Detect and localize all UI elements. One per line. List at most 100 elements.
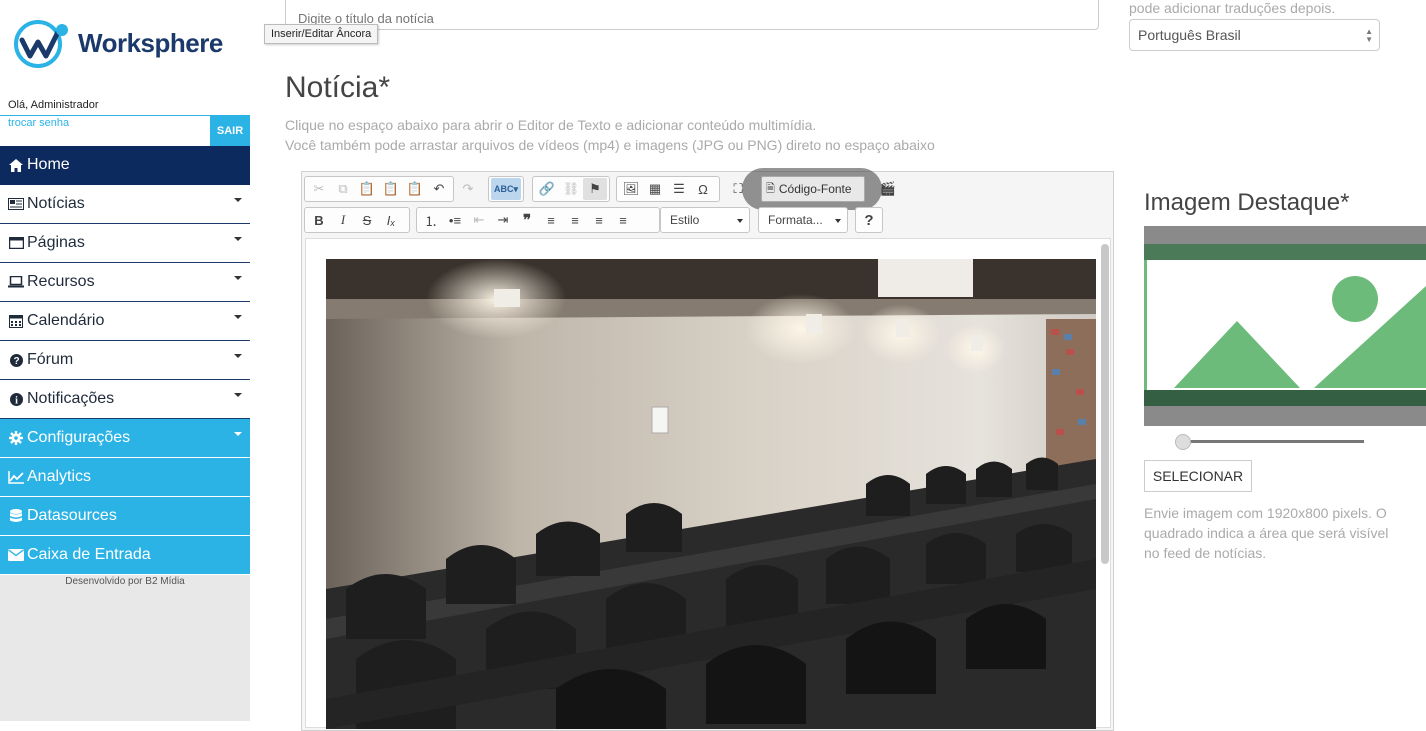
copy-icon[interactable]: ⧉ — [331, 178, 355, 200]
undo-icon[interactable]: ↶ — [427, 178, 451, 200]
language-select-value: Português Brasil — [1138, 27, 1241, 43]
paragraph-group: ⒈ •≡ ⇤ ⇥ ❞ ≡ ≡ ≡ ≡ — [416, 207, 660, 233]
sidebar-item-label: Fórum — [27, 351, 74, 368]
info-icon: i — [8, 391, 24, 407]
envelope-icon — [8, 547, 24, 563]
spellcheck-icon[interactable]: ABC▾ — [491, 178, 521, 200]
select-image-button[interactable]: SELECIONAR — [1144, 460, 1252, 492]
editor-scrollbar[interactable] — [1101, 244, 1109, 564]
chevron-down-icon — [234, 354, 242, 358]
logout-button[interactable]: SAIR — [210, 115, 250, 146]
chevron-down-icon — [737, 219, 743, 223]
svg-text:i: i — [15, 395, 18, 406]
change-password-link[interactable]: trocar senha — [8, 117, 69, 129]
editor-toolbar: ✂ ⧉ 📋 📋 📋 ↶ ↷ ABC▾ 🔗 ⛓ ⚑ 🖼 ▦ ☰ Ω ⛶ 🗎 Cód… — [302, 168, 1113, 238]
rich-text-editor: ✂ ⧉ 📋 📋 📋 ↶ ↷ ABC▾ 🔗 ⛓ ⚑ 🖼 ▦ ☰ Ω ⛶ 🗎 Cód… — [301, 168, 1114, 731]
help-button[interactable]: ? — [858, 209, 880, 231]
editor-content-area[interactable] — [305, 238, 1111, 729]
horizontal-line-icon[interactable]: ☰ — [667, 178, 691, 200]
align-center-icon[interactable]: ≡ — [563, 209, 587, 231]
sidebar-item-noticias[interactable]: Notícias — [0, 185, 250, 224]
sidebar-item-label: Home — [27, 156, 70, 173]
sidebar-nav: Home Notícias Páginas Recursos Calendári… — [0, 146, 250, 575]
language-hint: pode adicionar traduções depois. — [1129, 0, 1336, 16]
sidebar-item-calendario[interactable]: Calendário — [0, 302, 250, 341]
chevron-down-icon — [835, 219, 841, 223]
calendar-icon — [8, 313, 24, 329]
featured-image-preview[interactable] — [1144, 226, 1426, 426]
chevron-down-icon — [234, 393, 242, 397]
sidebar-item-label: Calendário — [27, 312, 105, 329]
sidebar-item-analytics[interactable]: Analytics — [0, 458, 250, 497]
sidebar-item-forum[interactable]: ? Fórum — [0, 341, 250, 380]
align-left-icon[interactable]: ≡ — [539, 209, 563, 231]
sidebar-item-label: Recursos — [27, 273, 95, 290]
news-title-input[interactable] — [285, 0, 1099, 30]
link-group: 🔗 ⛓ ⚑ — [532, 176, 610, 202]
editor-hint-line-1: Clique no espaço abaixo para abrir o Edi… — [285, 117, 817, 133]
source-code-label: Código-Fonte — [778, 182, 852, 196]
classroom-photo[interactable] — [326, 259, 1096, 729]
table-icon[interactable]: ▦ — [643, 178, 667, 200]
featured-image-title: Imagem Destaque* — [1144, 189, 1350, 216]
chevron-down-icon — [234, 315, 242, 319]
chevron-down-icon — [234, 432, 242, 436]
line-chart-icon — [8, 469, 24, 485]
sidebar-item-label: Páginas — [27, 234, 85, 251]
blockquote-icon[interactable]: ❞ — [515, 209, 539, 231]
newspaper-icon — [8, 196, 24, 212]
outdent-icon[interactable]: ⇤ — [467, 209, 491, 231]
paste-word-icon[interactable]: 📋 — [403, 178, 427, 200]
sidebar: Worksphere Olá, Administrador trocar sen… — [0, 0, 250, 721]
remove-format-icon[interactable]: Iₓ — [379, 209, 403, 231]
anchor-flag-icon[interactable]: ⚑ — [583, 178, 607, 200]
divider — [0, 115, 210, 116]
database-icon — [8, 508, 24, 524]
style-combo[interactable]: Estilo — [660, 207, 750, 233]
language-select[interactable]: Português Brasil ▲ ▼ — [1129, 19, 1380, 51]
laptop-icon — [8, 274, 24, 290]
indent-icon[interactable]: ⇥ — [491, 209, 515, 231]
cut-icon[interactable]: ✂ — [307, 178, 331, 200]
link-icon[interactable]: 🔗 — [535, 178, 559, 200]
sidebar-item-caixa-de-entrada[interactable]: Caixa de Entrada — [0, 536, 250, 575]
align-right-icon[interactable]: ≡ — [587, 209, 611, 231]
zoom-slider-track[interactable] — [1182, 440, 1364, 443]
numbered-list-icon[interactable]: ⒈ — [419, 209, 443, 231]
sidebar-item-home[interactable]: Home — [0, 146, 250, 185]
clipboard-group: ✂ ⧉ 📋 📋 📋 ↶ — [304, 176, 454, 202]
paste-icon[interactable]: 📋 — [355, 178, 379, 200]
video-icon[interactable]: 🎬 — [876, 178, 900, 200]
italic-icon[interactable]: I — [331, 209, 355, 231]
sidebar-item-label: Configurações — [27, 429, 131, 446]
sidebar-item-datasources[interactable]: Datasources — [0, 497, 250, 536]
special-char-icon[interactable]: Ω — [691, 178, 715, 200]
image-placeholder-icon — [1144, 226, 1426, 426]
unlink-icon[interactable]: ⛓ — [559, 178, 583, 200]
format-combo-label: Formata... — [768, 213, 823, 227]
question-icon: ? — [8, 352, 24, 368]
sidebar-item-recursos[interactable]: Recursos — [0, 263, 250, 302]
bold-icon[interactable]: B — [307, 209, 331, 231]
format-combo[interactable]: Formata... — [758, 207, 848, 233]
brand-logo[interactable]: Worksphere — [12, 18, 242, 68]
zoom-slider-handle[interactable] — [1175, 434, 1191, 450]
source-code-button[interactable]: 🗎 Código-Fonte — [760, 176, 866, 202]
insert-group: 🖼 ▦ ☰ Ω — [616, 176, 720, 202]
bulleted-list-icon[interactable]: •≡ — [443, 209, 467, 231]
sidebar-item-configuracoes[interactable]: Configurações — [0, 419, 250, 458]
chevron-down-icon — [234, 237, 242, 241]
strike-icon[interactable]: S — [355, 209, 379, 231]
chevron-down-icon — [234, 276, 242, 280]
justify-icon[interactable]: ≡ — [611, 209, 635, 231]
sidebar-item-paginas[interactable]: Páginas — [0, 224, 250, 263]
paste-text-icon[interactable]: 📋 — [379, 178, 403, 200]
sidebar-item-label: Notificações — [27, 390, 115, 407]
redo-icon[interactable]: ↷ — [456, 178, 480, 200]
image-icon[interactable]: 🖼 — [619, 178, 643, 200]
spellcheck-group: ABC▾ — [488, 176, 524, 202]
sidebar-item-label: Datasources — [27, 507, 117, 524]
sidebar-item-notificacoes[interactable]: i Notificações — [0, 380, 250, 419]
style-combo-label: Estilo — [670, 213, 700, 227]
sidebar-item-label: Caixa de Entrada — [27, 546, 151, 563]
